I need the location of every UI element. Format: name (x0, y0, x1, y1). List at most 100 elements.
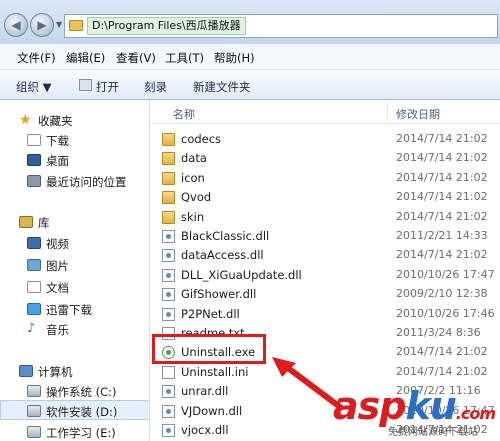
open-icon (79, 79, 92, 91)
column-name-header[interactable]: 名称 (173, 106, 195, 122)
nav-item-label: 迅雷下载 (46, 303, 92, 317)
address-bar-region: ◀ ▶ ▼ D:\Program Files\西瓜播放器 (0, 0, 500, 44)
dll-file-icon (162, 268, 175, 282)
desktop-icon (27, 154, 41, 166)
command-toolbar: 组织 ▼ 打开 刻录 新建文件夹 (0, 70, 500, 100)
file-name: codecs (181, 132, 222, 146)
file-row-p2pnet-dll[interactable]: P2PNet.dll 2010/10/26 17:46 (151, 305, 500, 324)
drive-icon (27, 426, 41, 438)
column-date-header[interactable]: 修改日期 (396, 106, 440, 122)
file-date: 2014/7/14 21:02 (396, 151, 488, 165)
nav-item-music[interactable]: ♪ 音乐 (0, 319, 149, 339)
open-button[interactable]: 打开 (96, 79, 119, 95)
column-separator[interactable] (387, 102, 388, 122)
file-row-blackclassic-dll[interactable]: BlackClassic.dll 2011/2/21 14:33 (151, 227, 500, 246)
watermark-brand-a: asp (333, 384, 406, 428)
file-date: 2014/7/14 21:02 (396, 248, 488, 262)
nav-item-label: 下载 (46, 134, 69, 148)
star-icon: ★ (19, 112, 32, 128)
nav-favorites-label: 收藏夹 (38, 114, 73, 128)
dll-file-icon (162, 249, 175, 263)
file-name: Qvod (181, 190, 212, 205)
dll-file-icon (162, 424, 175, 437)
folder-icon (162, 191, 175, 205)
file-name: BlackClassic.dll (181, 229, 270, 243)
folder-icon (162, 133, 175, 146)
file-name: data (181, 151, 207, 166)
nav-item-pictures[interactable]: 图片 (0, 255, 149, 275)
burn-button[interactable]: 刻录 (144, 79, 167, 95)
file-row-qvod[interactable]: Qvod 2014/7/14 21:02 (151, 188, 500, 207)
recent-places-icon (27, 175, 41, 187)
nav-item-thunder-downloads[interactable]: 迅雷下载 (0, 299, 149, 319)
nav-item-label: 音乐 (46, 323, 69, 337)
back-arrow-icon: ◀ (11, 18, 21, 32)
nav-item-label: 操作系统 (C:) (46, 385, 117, 399)
nav-drive-e[interactable]: 工作学习 (E:) (0, 422, 149, 441)
file-date: 2009/2/10 12:38 (396, 287, 488, 301)
file-date: 2014/7/14 21:02 (396, 345, 488, 359)
nav-item-label: 桌面 (46, 154, 69, 168)
file-date: 2011/2/21 14:33 (396, 229, 488, 242)
file-row-skin[interactable]: skin 2014/7/14 21:02 (151, 208, 500, 227)
file-row-dataaccess-dll[interactable]: dataAccess.dll 2014/7/14 21:02 (151, 246, 500, 265)
dll-file-icon (162, 385, 175, 399)
thunder-download-icon (27, 303, 41, 315)
menu-help[interactable]: 帮助(H) (214, 50, 255, 66)
highlight-box (152, 334, 266, 364)
file-name: GifShower.dll (181, 287, 257, 302)
file-date: 2014/7/14 21:02 (396, 190, 488, 204)
file-row-codecs[interactable]: codecs 2014/7/14 21:02 (151, 130, 500, 149)
watermark-brand-b: ku (405, 384, 456, 428)
nav-computer-label: 计算机 (38, 365, 73, 379)
nav-item-recent[interactable]: 最近访问的位置 (0, 171, 149, 191)
dll-file-icon (162, 288, 175, 302)
nav-favorites[interactable]: ★ 收藏夹 (0, 110, 149, 130)
document-icon (27, 281, 41, 293)
file-row-icon[interactable]: icon 2014/7/14 21:02 (151, 169, 500, 188)
folder-icon (69, 20, 83, 31)
address-path[interactable]: D:\Program Files\西瓜播放器 (87, 17, 246, 35)
video-icon (27, 237, 41, 249)
music-note-icon: ♪ (27, 321, 36, 336)
library-icon (19, 216, 33, 228)
organize-button[interactable]: 组织 ▼ (16, 79, 52, 95)
new-folder-button[interactable]: 新建文件夹 (193, 79, 251, 95)
menu-file[interactable]: 文件(F) (17, 50, 56, 66)
nav-item-label: 视频 (46, 237, 69, 251)
file-date: 2010/10/26 17:47 (396, 267, 495, 281)
nav-item-label: 工作学习 (E:) (46, 426, 116, 440)
file-name: dataAccess.dll (181, 248, 264, 263)
file-row-dll-xiguaupdate-dll[interactable]: DLL_XiGuaUpdate.dll 2010/10/26 17:47 (151, 266, 500, 285)
nav-item-desktop[interactable]: 桌面 (0, 150, 149, 170)
file-date: 2014/7/14 21:02 (396, 170, 488, 184)
forward-arrow-icon: ▶ (37, 18, 47, 32)
file-date: 2014/7/14 21:02 (396, 209, 488, 223)
file-date: 2010/10/26 17:46 (396, 306, 495, 320)
watermark-subtitle: 免费网站源码下载站 (388, 427, 478, 438)
nav-libraries-label: 库 (38, 216, 50, 230)
menu-view[interactable]: 查看(V) (116, 50, 156, 66)
file-name: icon (181, 170, 205, 185)
address-field[interactable]: D:\Program Files\西瓜播放器 (64, 14, 498, 38)
file-name: skin (181, 209, 205, 224)
nav-drive-c[interactable]: 操作系统 (C:) (0, 381, 149, 401)
nav-item-downloads[interactable]: 下载 (0, 130, 149, 150)
file-row-gifshower-dll[interactable]: GifShower.dll 2009/2/10 12:38 (151, 285, 500, 304)
nav-libraries[interactable]: 库 (0, 212, 149, 232)
recent-pages-chevron-icon[interactable]: ▼ (56, 20, 62, 29)
drive-icon (27, 405, 41, 417)
nav-item-videos[interactable]: 视频 (0, 233, 149, 253)
file-date: 2011/3/24 8:36 (396, 326, 481, 339)
back-button[interactable]: ◀ (4, 13, 28, 37)
folder-icon (162, 152, 175, 166)
file-row-data[interactable]: data 2014/7/14 21:02 (151, 149, 500, 168)
nav-computer[interactable]: 计算机 (0, 361, 149, 381)
folder-icon (162, 171, 175, 185)
forward-button[interactable]: ▶ (30, 13, 54, 37)
file-date: 2014/7/14 21:02 (396, 364, 488, 378)
nav-drive-d[interactable]: 软件安装 (D:) (0, 400, 149, 420)
menu-tools[interactable]: 工具(T) (165, 50, 204, 66)
menu-edit[interactable]: 编辑(E) (66, 50, 105, 66)
nav-item-documents[interactable]: 文档 (0, 277, 149, 297)
